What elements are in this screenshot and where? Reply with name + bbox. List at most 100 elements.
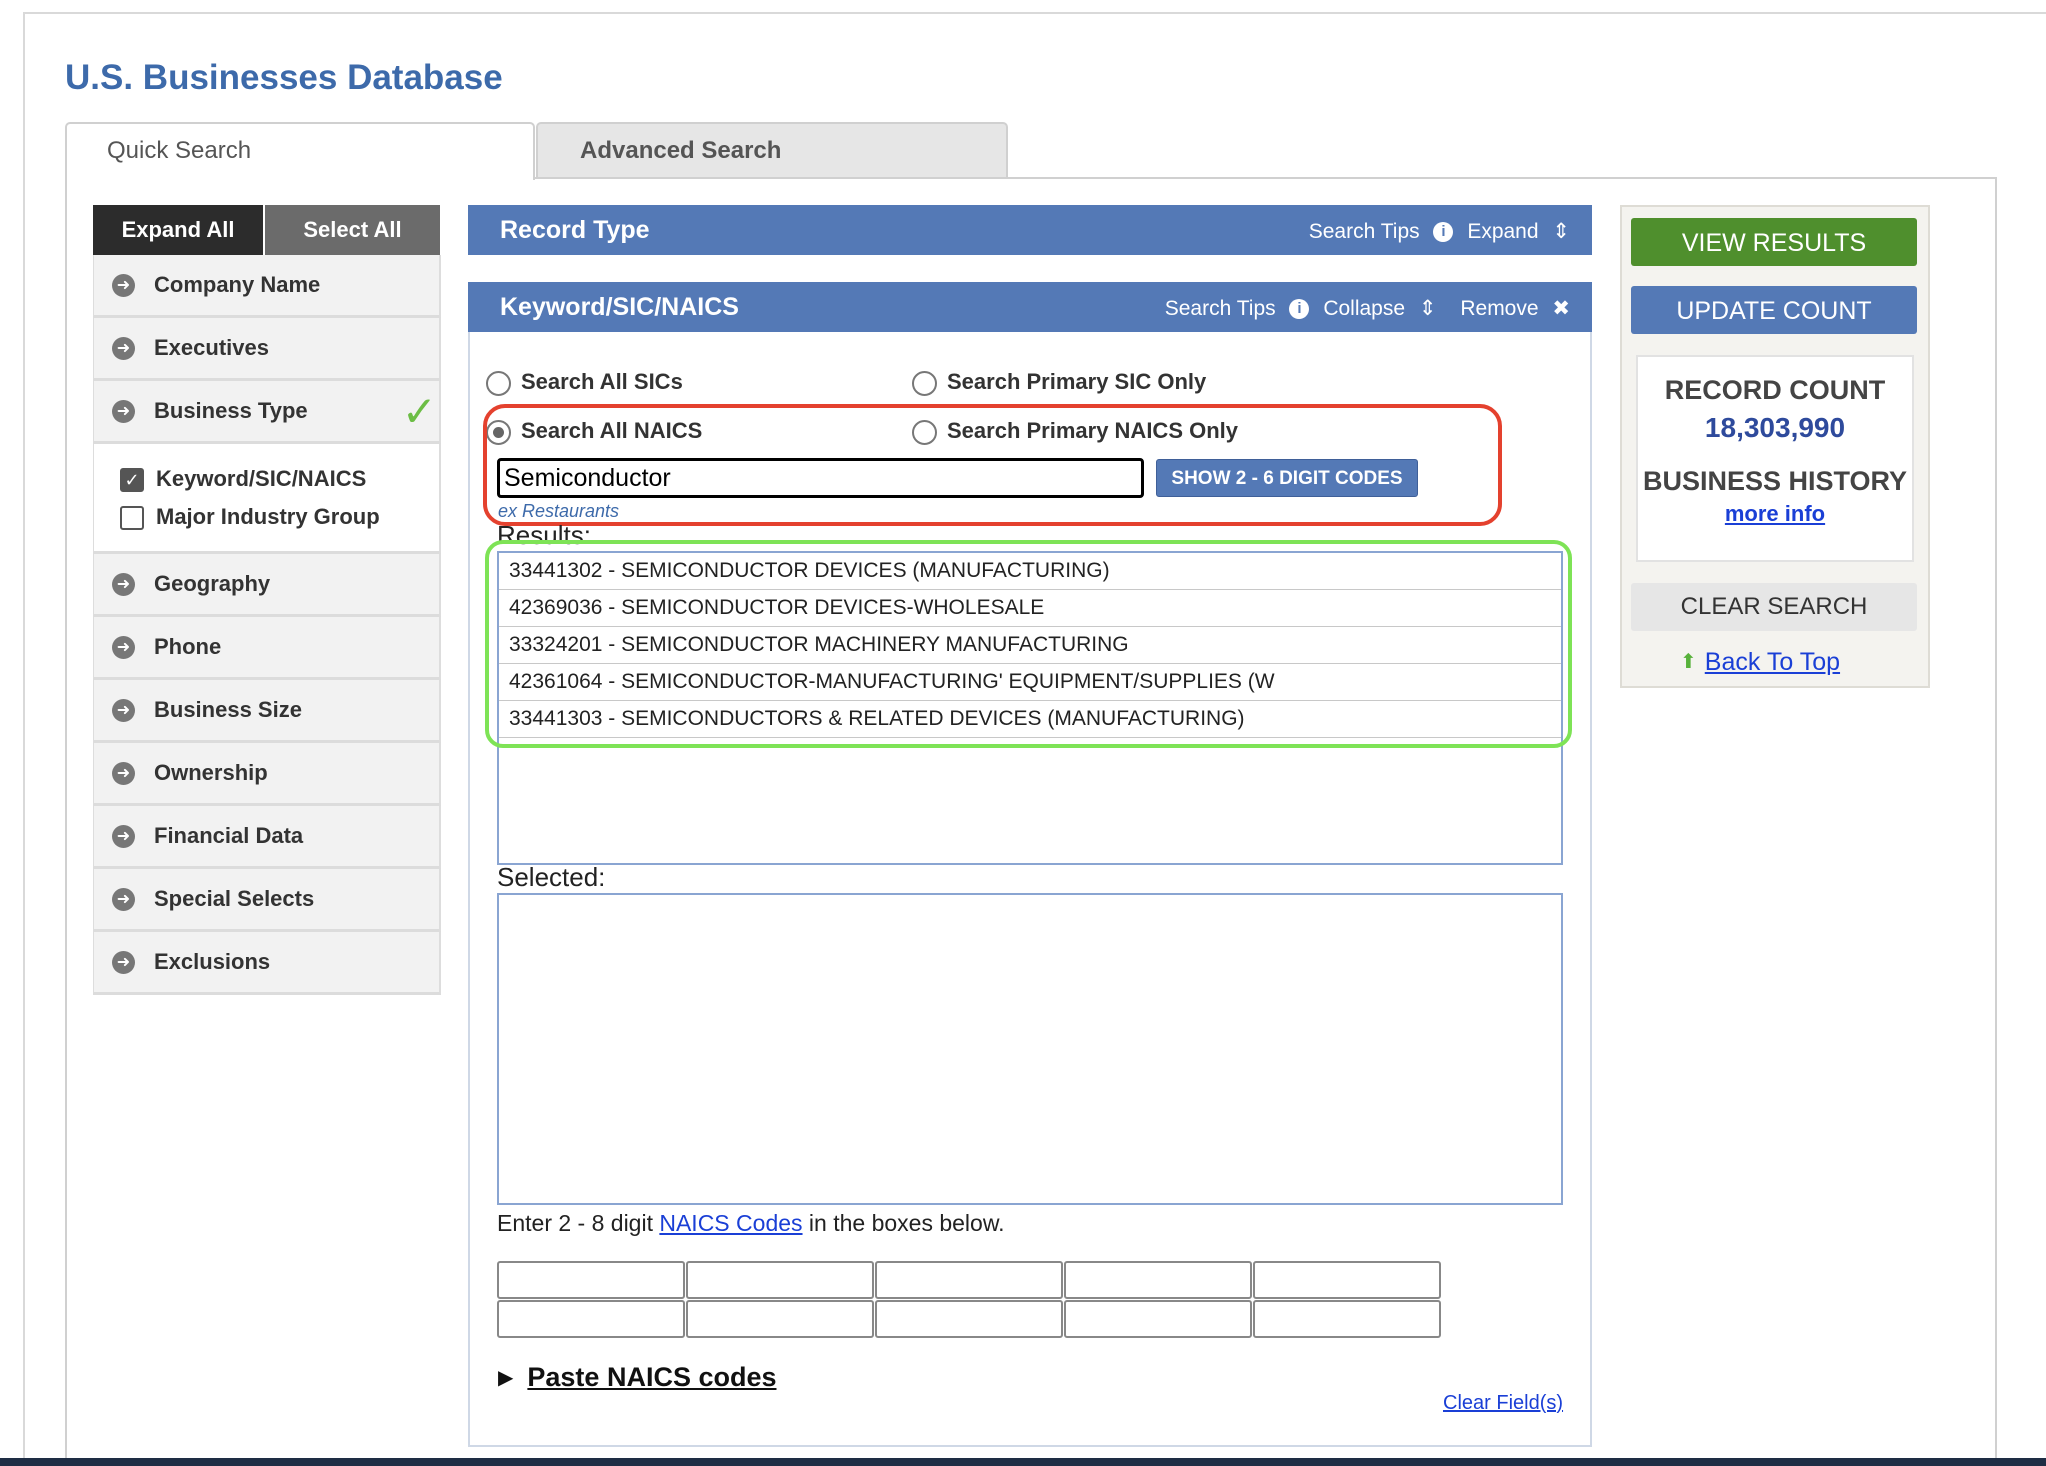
- info-icon[interactable]: i: [1289, 299, 1310, 320]
- arrow-circle-icon: ➜: [112, 274, 135, 297]
- radio-button-selected[interactable]: [486, 419, 511, 445]
- sidebar-item-label: Company Name: [154, 272, 321, 297]
- remove-link[interactable]: Remove: [1460, 297, 1538, 320]
- radio-search-primary-naics[interactable]: Search Primary NAICS Only: [912, 418, 1238, 445]
- keyword-sic-naics-header[interactable]: Keyword/SIC/NAICS Search Tips i Collapse…: [468, 282, 1592, 332]
- sidebar-item-phone[interactable]: ➜ Phone: [93, 617, 441, 680]
- results-list[interactable]: 33441302 - SEMICONDUCTOR DEVICES (MANUFA…: [497, 551, 1563, 865]
- instruction-prefix: Enter 2 - 8 digit: [497, 1210, 660, 1236]
- list-item[interactable]: 42361064 - SEMICONDUCTOR-MANUFACTURING' …: [499, 664, 1561, 701]
- radio-search-all-naics[interactable]: Search All NAICS: [486, 418, 702, 445]
- radio-label: Search Primary SIC Only: [947, 369, 1207, 394]
- clear-fields-link[interactable]: Clear Field(s): [1443, 1392, 1563, 1415]
- checkmark-icon: ✓: [401, 388, 437, 435]
- sub-item-label: Keyword/SIC/NAICS: [156, 466, 367, 491]
- naics-code-input[interactable]: [875, 1300, 1063, 1338]
- naics-code-input[interactable]: [1253, 1300, 1441, 1338]
- naics-code-input[interactable]: [686, 1261, 874, 1299]
- expand-all-button[interactable]: Expand All: [93, 205, 263, 255]
- record-type-tools: Search Tips i Expand ⇕: [1301, 205, 1570, 259]
- sidebar-item-label: Exclusions: [154, 949, 271, 974]
- sidebar-item-business-type[interactable]: ➜ Business Type ✓: [93, 381, 441, 444]
- arrow-circle-icon: ➜: [112, 762, 135, 785]
- search-tips-link[interactable]: Search Tips: [1165, 297, 1276, 320]
- sidebar-item-label: Geography: [154, 571, 271, 596]
- checkbox-checked-icon[interactable]: ✓: [120, 468, 144, 493]
- enter-codes-instruction: Enter 2 - 8 digit NAICS Codes in the box…: [497, 1210, 1005, 1237]
- sidebar-item-label: Phone: [154, 634, 222, 659]
- record-type-title: Record Type: [500, 216, 650, 244]
- list-item[interactable]: 42369036 - SEMICONDUCTOR DEVICES-WHOLESA…: [499, 590, 1561, 627]
- clear-search-button[interactable]: CLEAR SEARCH: [1631, 583, 1917, 631]
- record-count-label: RECORD COUNT: [1664, 375, 1886, 405]
- list-item[interactable]: 33324201 - SEMICONDUCTOR MACHINERY MANUF…: [499, 627, 1561, 664]
- sort-arrows-icon: ⇕: [1552, 220, 1570, 243]
- radio-search-primary-sic[interactable]: Search Primary SIC Only: [912, 369, 1206, 396]
- naics-codes-link[interactable]: NAICS Codes: [659, 1210, 802, 1236]
- sidebar-item-label: Financial Data: [154, 823, 304, 848]
- keyword-tools: Search Tips i Collapse ⇕ Remove ✖: [1157, 282, 1570, 336]
- record-count-value: 18,303,990: [1704, 412, 1846, 443]
- naics-code-input[interactable]: [686, 1300, 874, 1338]
- info-icon[interactable]: i: [1433, 222, 1454, 243]
- paste-naics-toggle[interactable]: ▶ Paste NAICS codes: [498, 1362, 776, 1393]
- update-count-button[interactable]: UPDATE COUNT: [1631, 286, 1917, 334]
- radio-button[interactable]: [912, 370, 937, 396]
- radio-button[interactable]: [912, 419, 937, 445]
- tab-quick-search[interactable]: Quick Search: [65, 122, 535, 180]
- sidebar-item-financial-data[interactable]: ➜ Financial Data: [93, 806, 441, 869]
- list-item[interactable]: 33441302 - SEMICONDUCTOR DEVICES (MANUFA…: [499, 553, 1561, 590]
- sidebar-item-label: Ownership: [154, 760, 268, 785]
- page-title: U.S. Businesses Database: [65, 58, 503, 97]
- sidebar-item-geography[interactable]: ➜ Geography: [93, 554, 441, 617]
- naics-code-input[interactable]: [1064, 1261, 1252, 1299]
- more-info-link[interactable]: more info: [1638, 501, 1912, 527]
- record-type-header[interactable]: Record Type Search Tips i Expand ⇕: [468, 205, 1592, 255]
- keyword-section-title: Keyword/SIC/NAICS: [500, 293, 739, 321]
- arrow-circle-icon: ➜: [112, 636, 135, 659]
- criteria-sidebar: ➜ Company Name ➜ Executives ➜ Business T…: [93, 255, 441, 995]
- arrow-circle-icon: ➜: [112, 888, 135, 911]
- search-tips-link[interactable]: Search Tips: [1309, 220, 1420, 243]
- radio-search-all-sics[interactable]: Search All SICs: [486, 369, 683, 396]
- instruction-suffix: in the boxes below.: [802, 1210, 1005, 1236]
- naics-code-input[interactable]: [497, 1261, 685, 1299]
- show-digit-codes-button[interactable]: SHOW 2 - 6 DIGIT CODES: [1156, 459, 1418, 497]
- record-count-card: RECORD COUNT 18,303,990 BUSINESS HISTORY…: [1636, 355, 1914, 562]
- sidebar-item-ownership[interactable]: ➜ Ownership: [93, 743, 441, 806]
- view-results-button[interactable]: VIEW RESULTS: [1631, 218, 1917, 266]
- sub-item-major-industry-group[interactable]: Major Industry Group: [120, 504, 380, 531]
- business-type-submenu: ✓ Keyword/SIC/NAICS Major Industry Group: [93, 444, 441, 554]
- selected-list[interactable]: [497, 893, 1563, 1205]
- select-all-button[interactable]: Select All: [265, 205, 440, 255]
- back-to-top-link[interactable]: ⬆ Back To Top: [1680, 648, 1840, 677]
- tab-advanced-search[interactable]: Advanced Search: [536, 122, 1008, 178]
- keyword-search-input[interactable]: [497, 458, 1144, 498]
- results-label: Results:: [497, 520, 591, 550]
- arrow-circle-down-icon: ➜: [112, 400, 135, 423]
- naics-code-input[interactable]: [1253, 1261, 1441, 1299]
- arrow-circle-icon: ➜: [112, 951, 135, 974]
- sidebar-item-business-size[interactable]: ➜ Business Size: [93, 680, 441, 743]
- naics-code-input[interactable]: [1064, 1300, 1252, 1338]
- sidebar-item-label: Business Size: [154, 697, 302, 722]
- collapse-link[interactable]: Collapse: [1323, 297, 1405, 320]
- naics-code-input[interactable]: [875, 1261, 1063, 1299]
- sidebar-item-exclusions[interactable]: ➜ Exclusions: [93, 932, 441, 995]
- sidebar-item-label: Executives: [154, 335, 269, 360]
- sidebar-item-company-name[interactable]: ➜ Company Name: [93, 255, 441, 318]
- example-hint: ex Restaurants: [498, 501, 620, 521]
- naics-code-input[interactable]: [497, 1300, 685, 1338]
- sort-arrows-icon: ⇕: [1418, 297, 1437, 320]
- sidebar-item-label: Special Selects: [154, 886, 315, 911]
- checkbox-icon[interactable]: [120, 506, 144, 531]
- arrow-circle-icon: ➜: [112, 337, 135, 360]
- radio-button[interactable]: [486, 370, 511, 396]
- sidebar-item-special-selects[interactable]: ➜ Special Selects: [93, 869, 441, 932]
- sidebar-item-executives[interactable]: ➜ Executives: [93, 318, 441, 381]
- expand-link[interactable]: Expand: [1467, 220, 1538, 243]
- footer-bar: [0, 1458, 2046, 1466]
- sub-item-keyword-sic-naics[interactable]: ✓ Keyword/SIC/NAICS: [120, 466, 367, 493]
- list-item[interactable]: 33441303 - SEMICONDUCTORS & RELATED DEVI…: [499, 701, 1561, 738]
- close-icon[interactable]: ✖: [1552, 297, 1570, 320]
